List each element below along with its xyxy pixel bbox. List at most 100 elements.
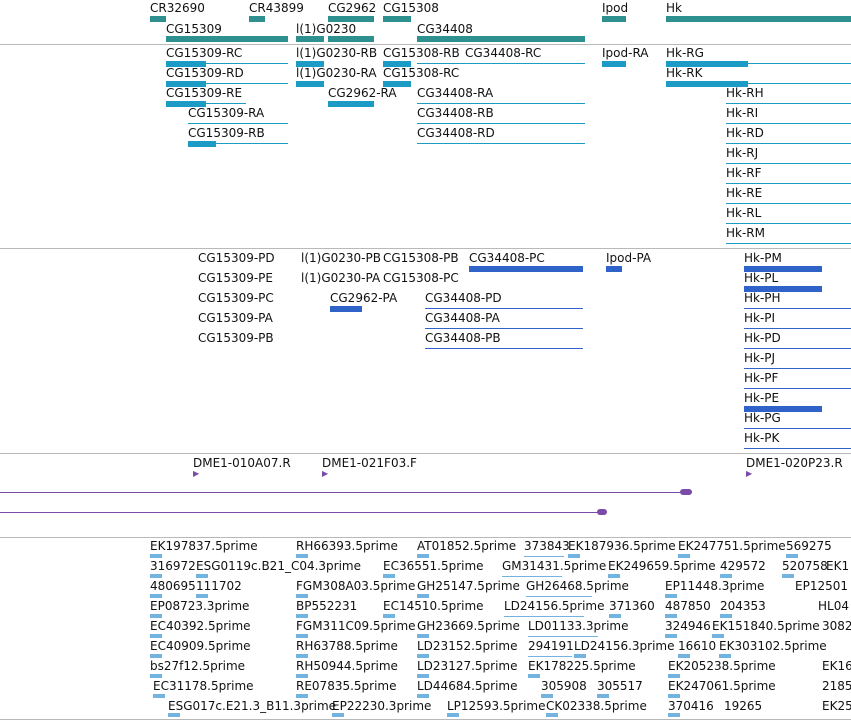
- clone-label[interactable]: DME1-010A07.R: [193, 456, 291, 470]
- est-label[interactable]: FGM308A03.5prime: [296, 579, 415, 593]
- est-feature[interactable]: [447, 713, 459, 717]
- protein-label[interactable]: CG2962-PA: [330, 291, 397, 305]
- gene-feature[interactable]: [417, 36, 585, 42]
- protein-label[interactable]: Hk-PJ: [744, 351, 775, 365]
- est-label[interactable]: EK16: [822, 659, 851, 673]
- est-feature[interactable]: [528, 674, 540, 678]
- clone-label[interactable]: DME1-021F03.F: [322, 456, 417, 470]
- est-label[interactable]: RE07835.5prime: [296, 679, 397, 693]
- gene-feature[interactable]: [602, 16, 626, 22]
- est-label[interactable]: GH25147.5prime: [417, 579, 520, 593]
- protein-label[interactable]: CG15309-PD: [198, 251, 275, 265]
- transcript-feature[interactable]: [188, 141, 216, 147]
- est-feature[interactable]: [150, 574, 162, 578]
- est-feature[interactable]: [668, 694, 680, 698]
- transcript-label[interactable]: CG34408-RD: [417, 126, 495, 140]
- est-label[interactable]: EK249659.5prime: [608, 559, 716, 573]
- est-label[interactable]: 373843: [524, 539, 570, 553]
- est-feature[interactable]: [383, 614, 395, 618]
- protein-label[interactable]: Hk-PH: [744, 291, 781, 305]
- est-label[interactable]: 204353: [720, 599, 766, 613]
- protein-label[interactable]: CG15308-PB: [383, 251, 459, 265]
- clone-span-line[interactable]: [0, 492, 684, 493]
- est-feature[interactable]: [296, 594, 308, 598]
- protein-label[interactable]: CG34408-PC: [469, 251, 545, 265]
- est-feature[interactable]: [668, 713, 680, 717]
- est-label[interactable]: 294191: [528, 639, 574, 653]
- est-label[interactable]: GH26468.5prime: [526, 579, 629, 593]
- protein-label[interactable]: CG15309-PC: [198, 291, 274, 305]
- est-label[interactable]: 569275: [786, 539, 832, 553]
- transcript-label[interactable]: CG34408-RC: [465, 46, 541, 60]
- est-label[interactable]: EP11448.3prime: [665, 579, 764, 593]
- transcript-label[interactable]: Hk-RE: [726, 186, 762, 200]
- est-label[interactable]: RH63788.5prime: [296, 639, 398, 653]
- est-label[interactable]: EK247061.5prime: [668, 679, 776, 693]
- est-feature[interactable]: [417, 694, 429, 698]
- clone-span-line[interactable]: [0, 512, 600, 513]
- protein-label[interactable]: Hk-PF: [744, 371, 778, 385]
- clone-marker[interactable]: ▶: [322, 470, 328, 478]
- est-feature[interactable]: [597, 694, 609, 698]
- transcript-label[interactable]: Hk-RI: [726, 106, 758, 120]
- protein-label[interactable]: Hk-PD: [744, 331, 781, 345]
- protein-feature[interactable]: [469, 266, 583, 272]
- est-label[interactable]: RH66393.5prime: [296, 539, 398, 553]
- est-label[interactable]: CK02338.5prime: [546, 699, 647, 713]
- transcript-label[interactable]: CG15309-RC: [166, 46, 242, 60]
- protein-label[interactable]: Hk-PG: [744, 411, 781, 425]
- est-label[interactable]: HL04: [818, 599, 849, 613]
- est-label[interactable]: 520758: [782, 559, 828, 573]
- est-label[interactable]: EC40909.5prime: [150, 639, 251, 653]
- est-label[interactable]: GH23669.5prime: [417, 619, 520, 633]
- protein-label[interactable]: Hk-PI: [744, 311, 775, 325]
- gene-label[interactable]: CG34408: [417, 22, 473, 36]
- est-label[interactable]: 370416: [668, 699, 714, 713]
- est-label[interactable]: BP552231: [296, 599, 357, 613]
- transcript-label[interactable]: CG2962-RA: [328, 86, 397, 100]
- protein-label[interactable]: CG34408-PD: [425, 291, 502, 305]
- transcript-label[interactable]: Hk-RD: [726, 126, 764, 140]
- est-feature[interactable]: [168, 713, 180, 717]
- est-label[interactable]: LD23127.5prime: [417, 659, 518, 673]
- transcript-label[interactable]: CG34408-RB: [417, 106, 494, 120]
- protein-label[interactable]: CG15309-PB: [198, 331, 274, 345]
- clone-marker[interactable]: ▶: [746, 470, 752, 478]
- protein-label[interactable]: CG34408-PA: [425, 311, 500, 325]
- est-label[interactable]: 305908: [541, 679, 587, 693]
- protein-label[interactable]: l(1)G0230-PA: [301, 271, 380, 285]
- est-feature[interactable]: [720, 574, 732, 578]
- est-label[interactable]: EK187936.5prime: [568, 539, 676, 553]
- protein-label[interactable]: CG15309-PE: [198, 271, 273, 285]
- est-label[interactable]: EP12501: [795, 579, 848, 593]
- est-feature[interactable]: [296, 674, 308, 678]
- est-label[interactable]: LD01133.3prime: [528, 619, 629, 633]
- transcript-label[interactable]: CG15309-RE: [166, 86, 242, 100]
- clone-marker[interactable]: ▶: [193, 470, 199, 478]
- transcript-label[interactable]: Hk-RH: [726, 86, 764, 100]
- gene-label[interactable]: Ipod: [602, 1, 628, 15]
- gene-label[interactable]: l(1)G0230: [296, 22, 356, 36]
- est-label[interactable]: EK303102.5prime: [719, 639, 827, 653]
- gene-label[interactable]: CG15308: [383, 1, 439, 15]
- transcript-feature[interactable]: [602, 61, 626, 67]
- est-feature[interactable]: [568, 554, 580, 558]
- est-label[interactable]: 480695: [150, 579, 196, 593]
- est-feature[interactable]: [332, 713, 344, 717]
- transcript-label[interactable]: CG34408-RA: [417, 86, 493, 100]
- transcript-label[interactable]: Hk-RF: [726, 166, 762, 180]
- protein-label[interactable]: l(1)G0230-PB: [301, 251, 381, 265]
- est-feature[interactable]: [150, 674, 162, 678]
- est-feature[interactable]: [417, 654, 429, 658]
- est-feature[interactable]: [574, 654, 586, 658]
- est-label[interactable]: EK178225.5prime: [528, 659, 636, 673]
- transcript-label[interactable]: CG15309-RA: [188, 106, 264, 120]
- est-feature[interactable]: [668, 674, 680, 678]
- est-feature[interactable]: [296, 634, 308, 638]
- est-feature[interactable]: [546, 713, 558, 717]
- est-feature[interactable]: [296, 614, 308, 618]
- transcript-label[interactable]: l(1)G0230-RB: [296, 46, 377, 60]
- gene-feature[interactable]: [150, 16, 166, 22]
- est-label[interactable]: 316972: [150, 559, 196, 573]
- transcript-label[interactable]: Ipod-RA: [602, 46, 649, 60]
